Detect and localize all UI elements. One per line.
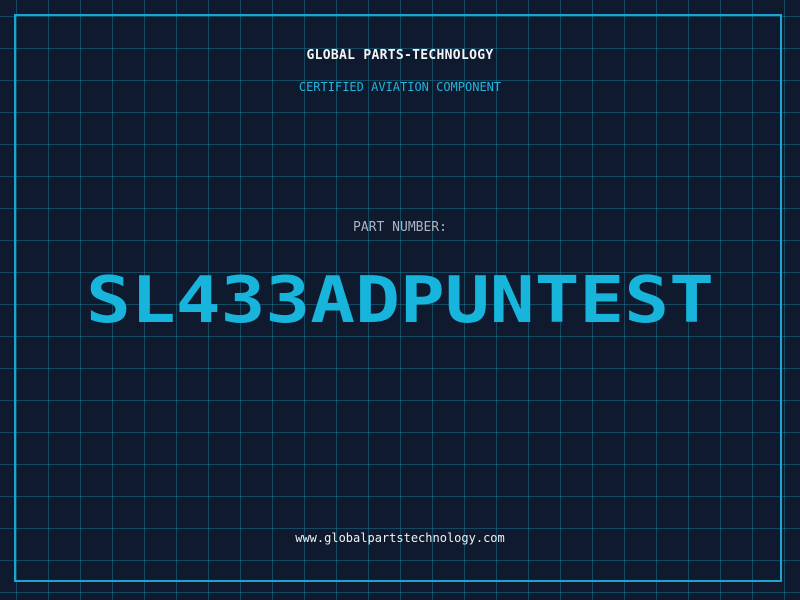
part-number-pixel-text: SL433ADPUNTEST (86, 270, 714, 332)
part-number: SL433ADPUNTEST (80, 270, 720, 332)
part-number-label: PART NUMBER: (353, 220, 447, 235)
certification-subtitle: CERTIFIED AVIATION COMPONENT (298, 80, 502, 94)
website-url: www.globalpartstechnology.com (295, 531, 505, 545)
label-card: GLOBAL PARTS-TECHNOLOGY CERTIFIED AVIATI… (0, 0, 800, 600)
part-number-value: SL433ADPUNTEST (86, 270, 714, 332)
company-name: GLOBAL PARTS-TECHNOLOGY (306, 48, 494, 63)
